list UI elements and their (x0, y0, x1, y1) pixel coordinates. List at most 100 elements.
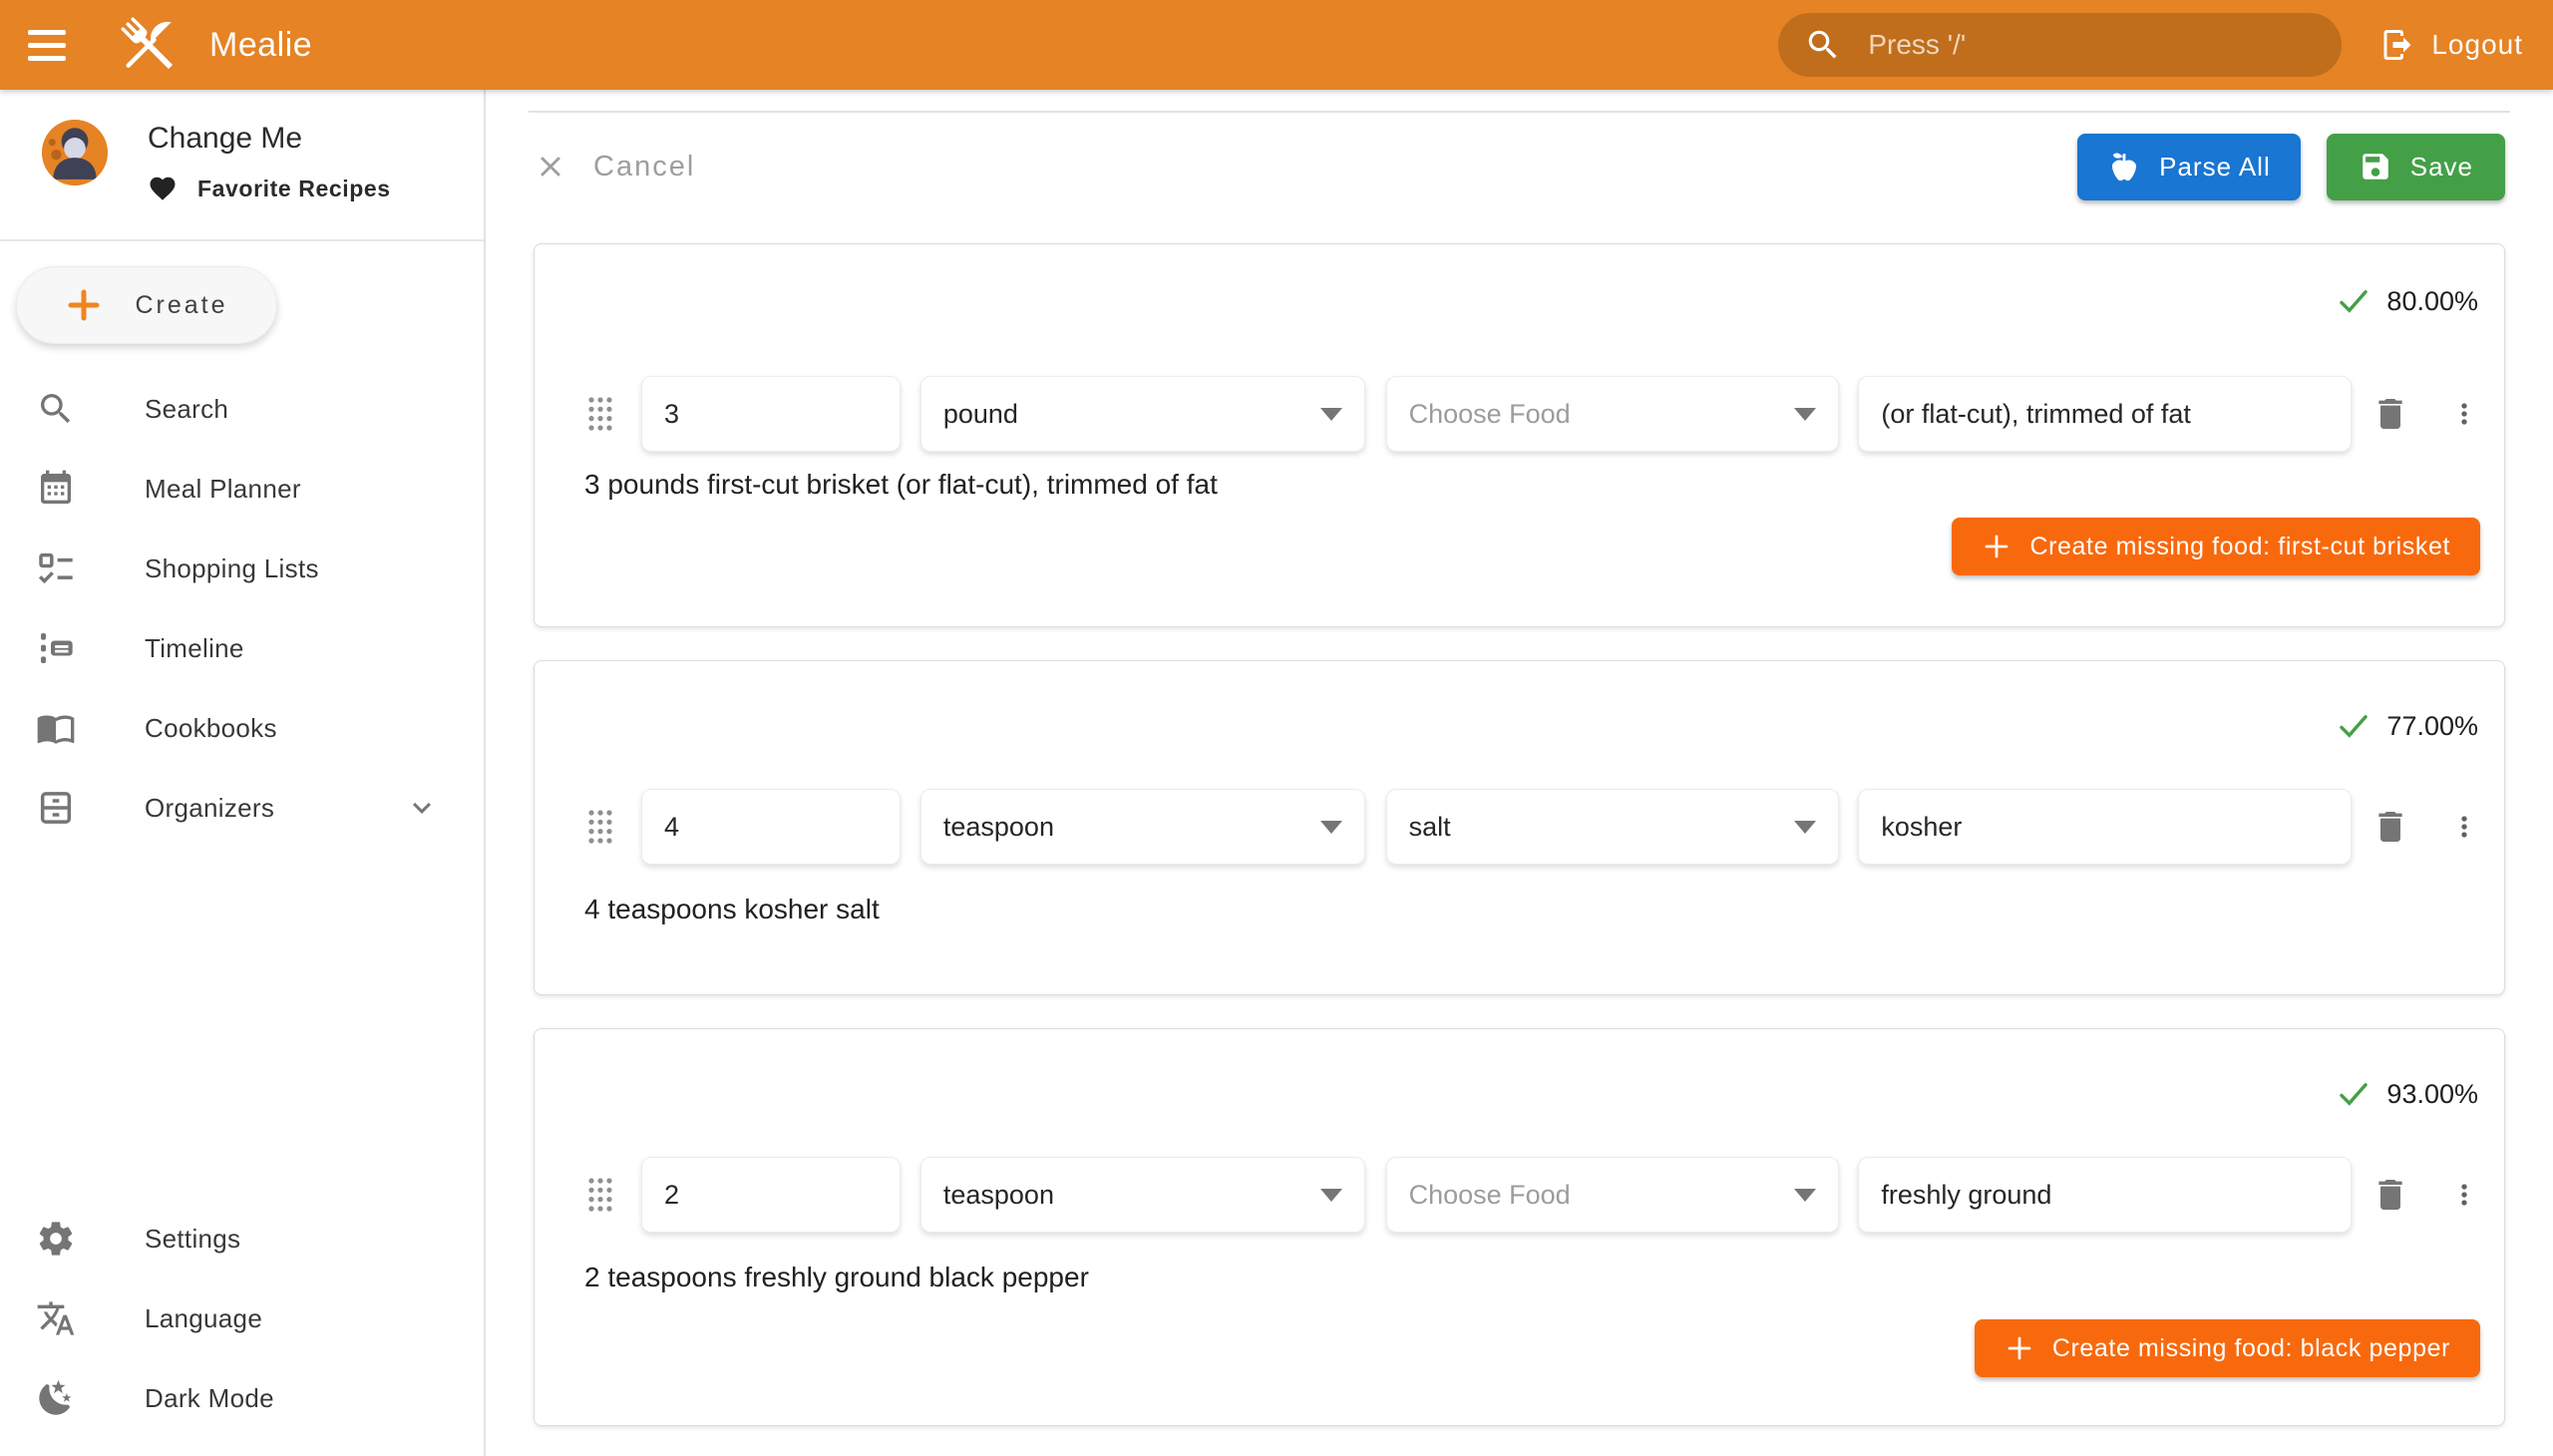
plus-icon (2005, 1333, 2034, 1363)
note-input[interactable]: kosher (1858, 789, 2352, 865)
note-input[interactable]: freshly ground (1858, 1157, 2352, 1233)
cancel-button[interactable]: Cancel (534, 150, 695, 183)
unit-select[interactable]: teaspoon (920, 1157, 1365, 1233)
kebab-menu-icon (2448, 398, 2480, 430)
sidebar-item-search[interactable]: Search (0, 369, 484, 449)
heart-icon (148, 174, 178, 203)
food-select[interactable]: Choose Food (1386, 1157, 1840, 1233)
check-icon (2337, 709, 2371, 743)
create-missing-food-label: Create missing food: black pepper (2052, 1334, 2450, 1363)
quantity-input[interactable]: 2 (641, 1157, 901, 1233)
save-icon (2359, 150, 2392, 183)
kebab-menu-icon (2448, 1179, 2480, 1211)
more-options-button[interactable] (2448, 1169, 2480, 1221)
original-ingredient-text: 4 teaspoons kosher salt (584, 893, 2480, 926)
gear-icon (36, 1219, 76, 1259)
ingredient-card: 80.00% 3 pound Choose Food (or flat-cut)… (534, 243, 2505, 627)
confidence-value: 77.00% (2386, 711, 2478, 742)
ingredient-fields: 3 pound Choose Food (or flat-cut), trimm… (558, 376, 2480, 452)
sidebar-divider (0, 239, 484, 241)
drawer-icon (36, 788, 76, 828)
search-icon (36, 389, 76, 429)
moon-icon (36, 1378, 76, 1418)
user-name: Change Me (148, 122, 391, 156)
menu-icon[interactable] (28, 22, 74, 68)
unit-select[interactable]: teaspoon (920, 789, 1365, 865)
quantity-input[interactable]: 3 (641, 376, 901, 452)
delete-button[interactable] (2369, 388, 2412, 440)
favorite-recipes-link[interactable]: Favorite Recipes (148, 174, 391, 203)
check-icon (2337, 284, 2371, 318)
trash-icon (2371, 394, 2410, 434)
logout-button[interactable]: Logout (2379, 27, 2523, 63)
chevron-down-icon (1794, 408, 1816, 421)
food-select[interactable]: salt (1386, 789, 1840, 865)
parser-toolbar: Cancel Parse All Save (534, 133, 2505, 200)
sidebar-item-organizers[interactable]: Organizers (0, 768, 484, 848)
calendar-icon (36, 469, 76, 509)
content-top-divider (529, 111, 2510, 113)
chevron-down-icon (1320, 821, 1342, 834)
save-button[interactable]: Save (2327, 134, 2505, 200)
search-input[interactable]: Press '/' (1778, 13, 2342, 77)
parse-all-label: Parse All (2159, 152, 2271, 182)
sidebar-item-meal-planner[interactable]: Meal Planner (0, 449, 484, 529)
drag-handle-icon[interactable] (587, 1176, 613, 1214)
kebab-menu-icon (2448, 811, 2480, 843)
sidebar-item-shopping-lists[interactable]: Shopping Lists (0, 529, 484, 608)
create-button[interactable]: Create (16, 266, 277, 344)
favorite-recipes-label: Favorite Recipes (197, 176, 391, 202)
sidebar-item-cookbooks[interactable]: Cookbooks (0, 688, 484, 768)
confidence-row: 93.00% (558, 1029, 2480, 1111)
sidebar-item-dark-mode[interactable]: Dark Mode (0, 1358, 484, 1438)
drag-handle-icon[interactable] (587, 395, 613, 433)
drag-handle-icon[interactable] (587, 808, 613, 846)
sidebar: Change Me Favorite Recipes Create Search… (0, 90, 486, 1456)
sidebar-nav: Search Meal Planner Shopping Lists (0, 369, 484, 848)
trash-icon (2371, 807, 2410, 847)
unit-select[interactable]: pound (920, 376, 1365, 452)
mealie-logo-icon (112, 8, 185, 82)
sidebar-item-label: Dark Mode (145, 1383, 274, 1414)
delete-button[interactable] (2369, 801, 2412, 853)
ingredient-fields: 2 teaspoon Choose Food freshly ground (558, 1157, 2480, 1233)
cancel-label: Cancel (593, 151, 695, 183)
sidebar-item-label: Timeline (145, 633, 244, 664)
check-icon (2337, 1077, 2371, 1111)
search-placeholder: Press '/' (1868, 29, 1966, 61)
search-icon (1804, 26, 1842, 64)
food-select[interactable]: Choose Food (1386, 376, 1840, 452)
book-icon (36, 708, 76, 748)
confidence-value: 93.00% (2386, 1079, 2478, 1110)
sidebar-item-timeline[interactable]: Timeline (0, 608, 484, 688)
sidebar-item-language[interactable]: Language (0, 1278, 484, 1358)
parse-all-button[interactable]: Parse All (2077, 134, 2301, 200)
delete-button[interactable] (2369, 1169, 2412, 1221)
app-title: Mealie (209, 26, 312, 65)
create-missing-food-button[interactable]: Create missing food: black pepper (1975, 1319, 2480, 1377)
plus-icon (65, 286, 103, 324)
apple-icon (2107, 150, 2141, 183)
sidebar-item-label: Shopping Lists (145, 553, 319, 584)
ingredient-fields: 4 teaspoon salt kosher (558, 789, 2480, 865)
logout-label: Logout (2431, 29, 2523, 61)
sidebar-item-settings[interactable]: Settings (0, 1199, 484, 1278)
original-ingredient-text: 2 teaspoons freshly ground black pepper (584, 1261, 2480, 1294)
sidebar-bottom: Settings Language Dark Mode (0, 1199, 484, 1456)
create-missing-food-button[interactable]: Create missing food: first-cut brisket (1952, 518, 2480, 575)
avatar (42, 120, 108, 185)
confidence-row: 77.00% (558, 661, 2480, 743)
sidebar-item-label: Cookbooks (145, 713, 277, 744)
note-input[interactable]: (or flat-cut), trimmed of fat (1858, 376, 2352, 452)
create-missing-food-label: Create missing food: first-cut brisket (2029, 533, 2450, 561)
quantity-input[interactable]: 4 (641, 789, 901, 865)
more-options-button[interactable] (2448, 388, 2480, 440)
close-icon (534, 150, 567, 183)
sidebar-item-label: Settings (145, 1224, 240, 1255)
original-ingredient-text: 3 pounds first-cut brisket (or flat-cut)… (584, 468, 2480, 502)
ingredient-card: 93.00% 2 teaspoon Choose Food freshly gr… (534, 1028, 2505, 1426)
more-options-button[interactable] (2448, 801, 2480, 853)
ingredient-card: 77.00% 4 teaspoon salt kosher (534, 660, 2505, 995)
user-block[interactable]: Change Me Favorite Recipes (0, 90, 484, 239)
chevron-down-icon[interactable] (404, 790, 440, 826)
